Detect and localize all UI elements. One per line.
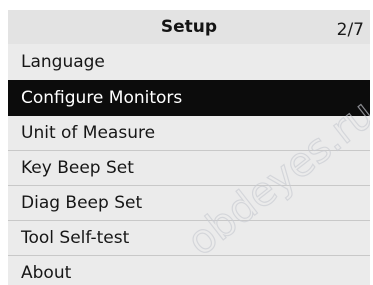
menu-item-unit-of-measure[interactable]: Unit of Measure <box>8 115 370 150</box>
menu-item-configure-monitors[interactable]: Configure Monitors <box>8 80 370 115</box>
setup-menu: Language Configure Monitors Unit of Meas… <box>8 44 370 285</box>
page-title: Setup <box>160 17 218 37</box>
screen-frame: Setup 2/7 Language Configure Monitors Un… <box>0 0 373 285</box>
menu-item-diag-beep-set[interactable]: Diag Beep Set <box>8 185 370 220</box>
menu-item-key-beep-set[interactable]: Key Beep Set <box>8 150 370 185</box>
menu-item-tool-self-test[interactable]: Tool Self-test <box>8 220 370 255</box>
menu-item-about[interactable]: About <box>8 255 370 285</box>
menu-item-language[interactable]: Language <box>8 44 370 80</box>
device-screen: Setup 2/7 Language Configure Monitors Un… <box>8 10 370 285</box>
title-bar: Setup 2/7 <box>8 10 370 44</box>
